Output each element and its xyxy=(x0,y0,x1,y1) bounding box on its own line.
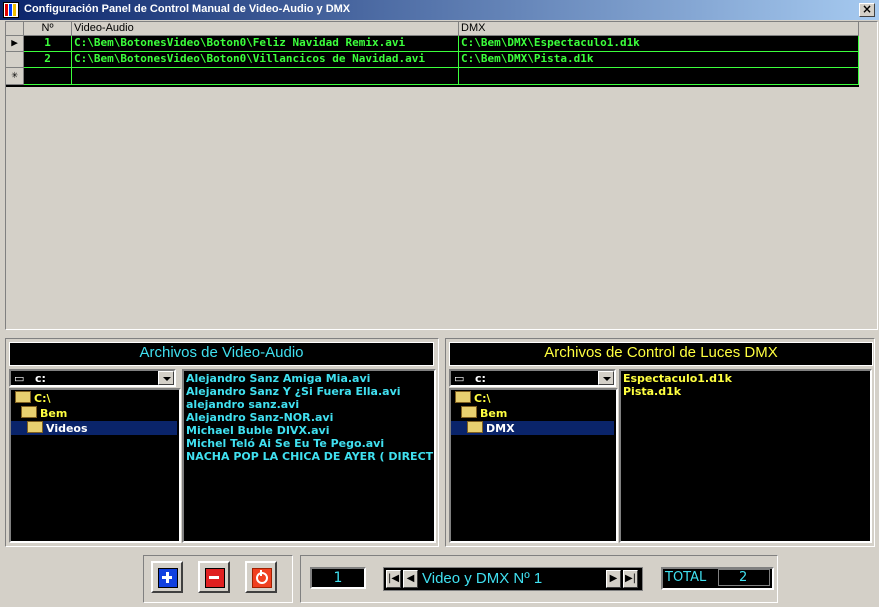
chevron-down-icon[interactable] xyxy=(598,371,614,385)
tree-item-bem[interactable]: Bem xyxy=(21,406,67,420)
list-item[interactable]: Alejandro Sanz Y ¿Si Fuera Ella.avi xyxy=(186,385,401,398)
tree-item-dmx[interactable]: DMX xyxy=(451,421,614,435)
navigator-bar: |◀ ◀ Video y DMX Nº 1 ▶ ▶| xyxy=(383,567,643,591)
header-corner xyxy=(6,22,24,36)
dmx-folder-tree[interactable]: C:\ Bem DMX xyxy=(449,388,618,543)
row-selector-new[interactable]: ✳ xyxy=(6,68,24,85)
cell-number[interactable]: 1 xyxy=(24,36,72,52)
prev-record-button[interactable]: ◀ xyxy=(403,570,418,588)
folder-open-icon xyxy=(467,421,483,433)
video-drive-value: c: xyxy=(35,372,46,385)
cell-new-dmx[interactable] xyxy=(459,68,859,85)
tree-item-root[interactable]: C:\ xyxy=(455,391,491,405)
cell-number[interactable]: 2 xyxy=(24,52,72,68)
row-selector[interactable] xyxy=(6,52,24,68)
tree-item-videos[interactable]: Videos xyxy=(11,421,177,435)
plus-icon xyxy=(158,568,178,588)
window-title: Configuración Panel de Control Manual de… xyxy=(24,3,351,15)
title-bar: Configuración Panel de Control Manual de… xyxy=(0,0,879,20)
cell-new-number[interactable] xyxy=(24,68,72,85)
list-item[interactable]: Espectaculo1.d1k xyxy=(623,372,732,385)
last-record-button[interactable]: ▶| xyxy=(623,570,638,588)
power-button[interactable] xyxy=(245,561,277,593)
video-file-list[interactable]: Alejandro Sanz Amiga Mia.avi Alejandro S… xyxy=(182,369,436,543)
total-label: TOTAL xyxy=(665,570,707,585)
column-header-dmx[interactable]: DMX xyxy=(459,22,859,36)
app-icon xyxy=(3,2,19,18)
total-box: TOTAL 2 xyxy=(661,567,774,590)
video-drive-select[interactable]: ▭ c: xyxy=(9,369,176,387)
tree-item-bem[interactable]: Bem xyxy=(461,406,507,420)
column-header-video[interactable]: Video-Audio xyxy=(72,22,459,36)
drive-icon: ▭ xyxy=(14,372,25,385)
list-item[interactable]: Michael Buble DIVX.avi xyxy=(186,424,329,437)
list-item[interactable]: NACHA POP LA CHICA DE AYER ( DIRECT xyxy=(186,450,433,463)
list-item[interactable]: Pista.d1k xyxy=(623,385,681,398)
position-display: 1 xyxy=(310,567,366,589)
dmx-drive-value: c: xyxy=(475,372,486,385)
row-selector-current[interactable]: ▶ xyxy=(6,36,24,52)
list-item[interactable]: Michel Teló Ai Se Eu Te Pego.avi xyxy=(186,437,384,450)
total-value: 2 xyxy=(718,569,770,586)
folder-open-icon xyxy=(27,421,43,433)
dmx-drive-select[interactable]: ▭ c: xyxy=(449,369,616,387)
cell-video[interactable]: C:\Bem\BotonesVideo\Boton0\Feliz Navidad… xyxy=(72,36,459,52)
remove-button[interactable] xyxy=(198,561,230,593)
minus-icon xyxy=(205,568,225,588)
list-item[interactable]: Alejandro Sanz-NOR.avi xyxy=(186,411,333,424)
folder-open-icon xyxy=(15,391,31,403)
list-item[interactable]: Alejandro Sanz Amiga Mia.avi xyxy=(186,372,370,385)
folder-open-icon xyxy=(455,391,471,403)
dmx-file-list[interactable]: Espectaculo1.d1k Pista.d1k xyxy=(619,369,872,543)
add-button[interactable] xyxy=(151,561,183,593)
close-button[interactable]: × xyxy=(859,3,875,17)
cell-dmx[interactable]: C:\Bem\DMX\Espectaculo1.d1k xyxy=(459,36,859,52)
video-folder-tree[interactable]: C:\ Bem Videos xyxy=(9,388,181,543)
power-icon xyxy=(252,568,272,588)
cell-dmx[interactable]: C:\Bem\DMX\Pista.d1k xyxy=(459,52,859,68)
cell-video[interactable]: C:\Bem\BotonesVideo\Boton0\Villancicos d… xyxy=(72,52,459,68)
record-caption: Video y DMX Nº 1 xyxy=(422,570,543,587)
next-record-button[interactable]: ▶ xyxy=(606,570,621,588)
tree-item-root[interactable]: C:\ xyxy=(15,391,51,405)
video-panel-title: Archivos de Video-Audio xyxy=(9,342,434,366)
folder-open-icon xyxy=(21,406,37,418)
dmx-panel-title: Archivos de Control de Luces DMX xyxy=(449,342,873,366)
chevron-down-icon[interactable] xyxy=(158,371,174,385)
list-item[interactable]: alejandro sanz.avi xyxy=(186,398,299,411)
first-record-button[interactable]: |◀ xyxy=(386,570,401,588)
folder-open-icon xyxy=(461,406,477,418)
column-header-number[interactable]: Nº xyxy=(24,22,72,36)
cell-new-video[interactable] xyxy=(72,68,459,85)
drive-icon: ▭ xyxy=(454,372,465,385)
playlist-grid[interactable]: Nº Video-Audio DMX ▶ 1 C:\Bem\BotonesVid… xyxy=(6,22,859,87)
